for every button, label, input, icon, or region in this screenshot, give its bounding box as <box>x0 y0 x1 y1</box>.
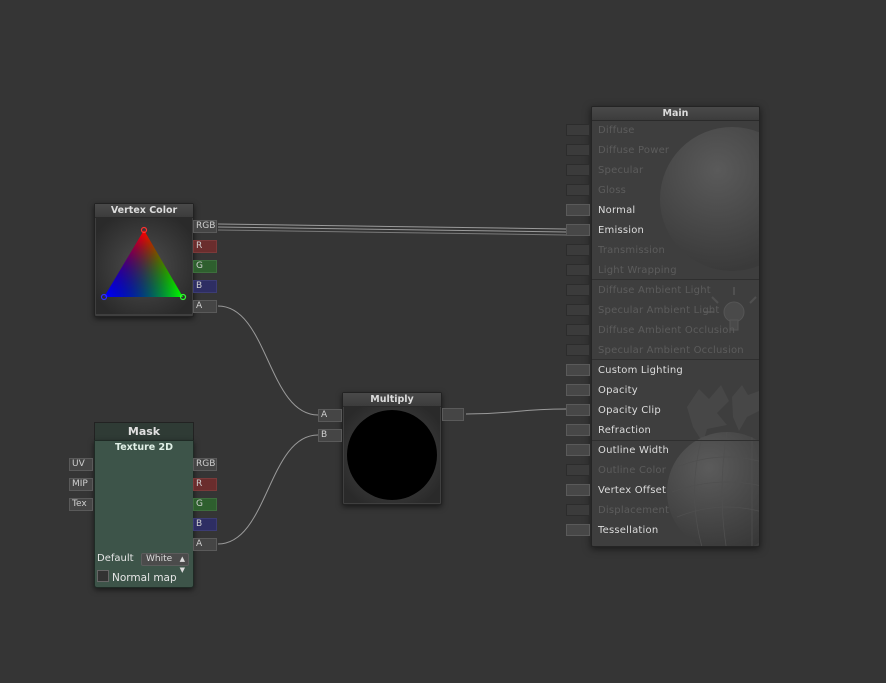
vertex-color-title: Vertex Color <box>95 204 193 218</box>
vertex-output-rgb[interactable]: RGB <box>193 220 217 233</box>
default-texture-select[interactable]: White ▲ ▼ <box>141 553 189 574</box>
mask-input-tex[interactable]: Tex <box>69 498 93 511</box>
main-node[interactable]: Main Diffuse Diffuse Power Specular Glos… <box>591 106 760 547</box>
main-input-port[interactable] <box>566 424 590 436</box>
multiply-output[interactable] <box>442 408 464 421</box>
vertex-color-node[interactable]: Vertex Color <box>94 203 194 317</box>
main-input-label: Outline Width <box>598 445 670 456</box>
main-input-label: Emission <box>598 225 645 236</box>
mask-output-r[interactable]: R <box>193 478 217 491</box>
main-input-label: Diffuse <box>598 125 635 136</box>
vertex-output-g[interactable]: G <box>193 260 217 273</box>
main-input-label: Tessellation <box>598 525 659 536</box>
main-input-label: Transmission <box>598 245 665 256</box>
multiply-node[interactable]: Multiply <box>342 392 442 505</box>
normal-map-toggle[interactable]: Normal map <box>97 570 177 584</box>
main-input-port[interactable] <box>566 344 590 356</box>
multiply-title: Multiply <box>343 393 441 407</box>
main-input-port[interactable] <box>566 244 590 256</box>
texture-2d-title: Texture 2D <box>114 442 174 453</box>
select-arrows-icon: ▲ ▼ <box>179 555 185 574</box>
mask-output-rgb[interactable]: RGB <box>193 458 217 471</box>
main-input-port[interactable] <box>566 384 590 396</box>
vertex-output-r[interactable]: R <box>193 240 217 253</box>
main-input-label: Gloss <box>598 185 627 196</box>
mask-output-a[interactable]: A <box>193 538 217 551</box>
main-input-label: Diffuse Ambient Light <box>598 285 711 296</box>
vertex-output-a[interactable]: A <box>193 300 217 313</box>
main-input-port[interactable] <box>566 164 590 176</box>
multiply-preview <box>344 407 440 503</box>
texture-2d-node[interactable]: Texture 2D Default White ▲ ▼ Normal map <box>94 440 194 588</box>
main-input-label: Outline Color <box>598 465 667 476</box>
mask-output-g[interactable]: G <box>193 498 217 511</box>
mask-node-header[interactable]: Mask <box>94 422 194 441</box>
main-input-label: Light Wrapping <box>598 265 677 276</box>
main-input-port[interactable] <box>566 524 590 536</box>
main-input-port[interactable] <box>566 364 590 376</box>
wire-vertex-a-to-multiply-a <box>217 305 319 416</box>
main-input-port[interactable] <box>566 124 590 136</box>
main-input-label: Opacity <box>598 385 638 396</box>
main-input-label: Opacity Clip <box>598 405 661 416</box>
main-input-port[interactable] <box>566 284 590 296</box>
main-input-port[interactable] <box>566 444 590 456</box>
main-input-label: Diffuse Power <box>598 145 670 156</box>
main-input-port[interactable] <box>566 304 590 316</box>
main-input-label: Specular <box>598 165 644 176</box>
main-input-label: Vertex Offset <box>598 485 667 496</box>
normal-map-label: Normal map <box>112 572 177 584</box>
main-input-port[interactable] <box>566 144 590 156</box>
mask-input-uv[interactable]: UV <box>69 458 93 471</box>
main-input-port[interactable] <box>566 224 590 236</box>
main-input-port[interactable] <box>566 464 590 476</box>
default-label: Default <box>97 553 134 564</box>
normal-map-checkbox[interactable] <box>97 570 109 582</box>
main-input-label: Refraction <box>598 425 652 436</box>
main-input-label: Specular Ambient Light <box>598 305 720 316</box>
vertex-output-b[interactable]: B <box>193 280 217 293</box>
main-input-port[interactable] <box>566 264 590 276</box>
multiply-input-a[interactable]: A <box>318 409 342 422</box>
main-input-port[interactable] <box>566 204 590 216</box>
wire-mask-a-to-multiply-b <box>217 434 319 545</box>
multiply-input-b[interactable]: B <box>318 429 342 442</box>
main-input-port[interactable] <box>566 504 590 516</box>
main-input-port[interactable] <box>566 404 590 416</box>
mask-output-b[interactable]: B <box>193 518 217 531</box>
main-input-label: Specular Ambient Occlusion <box>598 345 744 356</box>
main-input-label: Normal <box>598 205 636 216</box>
wire-multiply-out-to-opacity-clip <box>465 408 567 415</box>
main-input-label: Diffuse Ambient Occlusion <box>598 325 736 336</box>
vertex-color-preview <box>96 218 192 314</box>
default-texture-value: White <box>146 554 173 564</box>
main-input-port[interactable] <box>566 484 590 496</box>
mask-input-mip[interactable]: MIP <box>69 478 93 491</box>
main-input-port[interactable] <box>566 184 590 196</box>
main-input-port[interactable] <box>566 324 590 336</box>
main-input-label: Displacement <box>598 505 670 516</box>
main-input-label: Custom Lighting <box>598 365 683 376</box>
